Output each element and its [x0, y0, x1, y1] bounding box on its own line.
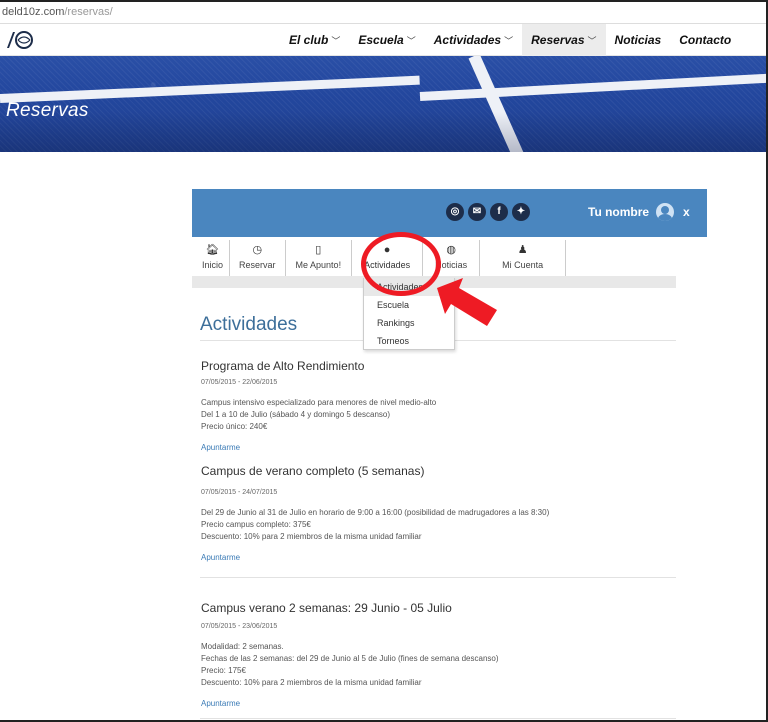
activity-line: Precio campus completo: 375€: [201, 520, 311, 529]
divider: [200, 577, 676, 578]
tab-reservar[interactable]: ◷ Reservar: [230, 240, 286, 276]
user-name[interactable]: Tu nombre: [588, 205, 649, 219]
menu-actividades[interactable]: Actividades ﹀: [425, 24, 522, 56]
activity-title: Campus verano 2 semanas: 29 Junio - 05 J…: [201, 601, 452, 615]
activity-title: Campus de verano completo (5 semanas): [201, 464, 425, 478]
activity-line: Modalidad: 2 semanas.: [201, 642, 284, 651]
menu-contacto[interactable]: Contacto: [670, 24, 740, 56]
chevron-down-icon: ﹀: [331, 36, 341, 46]
apuntarme-link[interactable]: Apuntarme: [201, 699, 240, 708]
activity-title: Programa de Alto Rendimiento: [201, 359, 365, 373]
avatar-icon[interactable]: [656, 203, 674, 221]
user-panel-header: ◎ ✉ f ✦ Tu nombre x: [192, 189, 707, 237]
activity-line: Fechas de las 2 semanas: del 29 de Junio…: [201, 654, 499, 663]
menu-el-club[interactable]: El club ﹀: [280, 24, 349, 56]
tab-inicio[interactable]: 🏠︎ Inicio: [196, 240, 231, 276]
activity-line: Precio: 175€: [201, 666, 246, 675]
club-logo-icon[interactable]: [4, 28, 36, 52]
ball-icon: ●: [383, 244, 391, 256]
menu-reservas[interactable]: Reservas ﹀: [522, 24, 606, 56]
actividades-dropdown: Actividades Escuela Rankings Torneos: [363, 278, 455, 350]
clipboard-icon: ▯: [315, 244, 322, 256]
clock-icon: ◷: [252, 244, 263, 256]
url-host: deld10z.com: [2, 6, 65, 18]
mail-icon[interactable]: ✉: [468, 203, 486, 221]
home-icon: 🏠︎: [205, 244, 220, 256]
panel-tabs: 🏠︎ Inicio ◷ Reservar ▯ Me Apunto! ● Acti…: [196, 240, 567, 276]
facebook-icon[interactable]: f: [490, 203, 508, 221]
chevron-down-icon: ﹀: [587, 36, 597, 46]
divider: [200, 718, 676, 719]
activity-line: Descuento: 10% para 2 miembros de la mis…: [201, 678, 422, 687]
activity-dates: 07/05/2015 - 22/06/2015: [201, 379, 278, 386]
chevron-down-icon: ﹀: [504, 36, 514, 46]
user-icon: ♟: [517, 244, 528, 256]
menu-escuela[interactable]: Escuela ﹀: [349, 24, 424, 56]
twitter-icon[interactable]: ✦: [512, 203, 530, 221]
activity-dates: 07/05/2015 - 24/07/2015: [201, 489, 278, 496]
browser-window: deld10z.com/reservas/ El club ﹀ Escuela ﹀ …: [0, 0, 768, 722]
activity-line: Campus intensivo especializado para meno…: [201, 398, 437, 407]
page-title: Actividades: [200, 314, 298, 335]
main-menu: El club ﹀ Escuela ﹀ Actividades ﹀ Reservas ﹀…: [280, 24, 740, 56]
tab-noticias[interactable]: ◍ Noticias: [423, 240, 481, 276]
address-bar[interactable]: deld10z.com/reservas/: [0, 2, 766, 24]
dropdown-item-rankings[interactable]: Rankings: [364, 314, 454, 332]
activity-line: Del 29 de Junio al 31 de Julio en horari…: [201, 508, 550, 517]
activity-line: Descuento: 10% para 2 miembros de la mis…: [201, 532, 422, 541]
dropdown-item-actividades[interactable]: Actividades: [364, 278, 454, 296]
dropdown-item-torneos[interactable]: Torneos: [364, 332, 454, 350]
menu-noticias[interactable]: Noticias: [606, 24, 671, 56]
globe-icon: ◍: [446, 244, 456, 256]
activity-line: Del 1 a 10 de Julio (sábado 4 y domingo …: [201, 410, 391, 419]
tab-actividades[interactable]: ● Actividades: [352, 240, 424, 276]
tab-mi-cuenta[interactable]: ♟ Mi Cuenta: [480, 240, 567, 276]
logout-x[interactable]: x: [683, 205, 690, 219]
top-navigation: El club ﹀ Escuela ﹀ Actividades ﹀ Reservas ﹀…: [0, 24, 766, 56]
url-path: /reservas/: [64, 6, 113, 18]
hero-title: Reservas: [6, 100, 89, 121]
activity-line: Precio único: 240€: [201, 422, 268, 431]
tab-me-apunto[interactable]: ▯ Me Apunto!: [286, 240, 353, 276]
chevron-down-icon: ﹀: [406, 36, 416, 46]
apuntarme-link[interactable]: Apuntarme: [201, 553, 240, 562]
dropdown-item-escuela[interactable]: Escuela: [364, 296, 454, 314]
activity-dates: 07/05/2015 - 23/06/2015: [201, 623, 278, 630]
instagram-icon[interactable]: ◎: [446, 203, 464, 221]
apuntarme-link[interactable]: Apuntarme: [201, 443, 240, 452]
hero-banner: Reservas: [0, 56, 766, 152]
social-links: ◎ ✉ f ✦: [446, 203, 530, 221]
